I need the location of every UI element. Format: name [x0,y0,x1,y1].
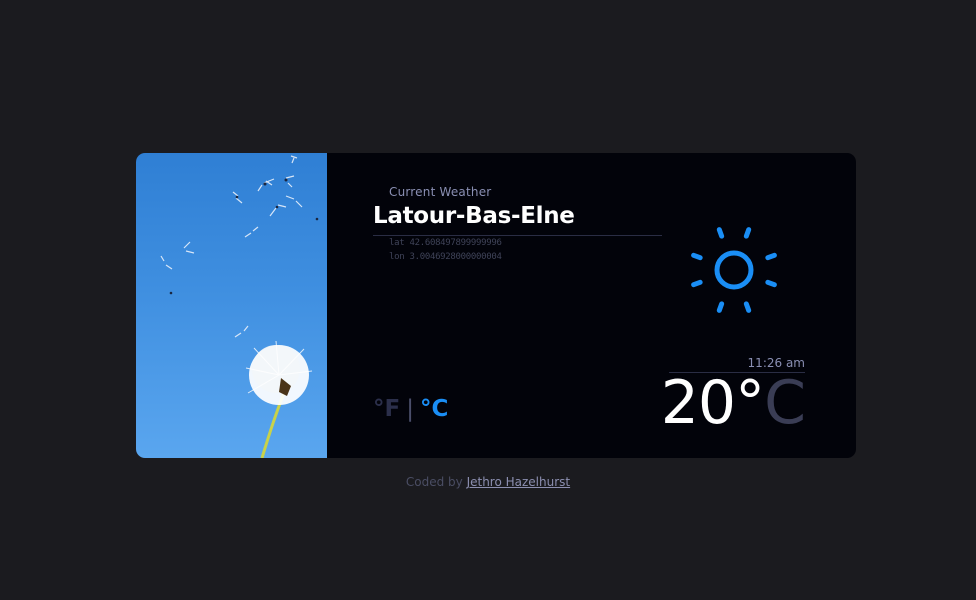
weather-info-panel: Current Weather Latour-Bas-Elne lat 42.6… [327,153,856,458]
celsius-toggle[interactable]: °C [420,396,448,422]
dandelion-photo [136,153,327,458]
credits-prefix: Coded by [405,475,463,489]
temperature-value: 20 [660,368,736,438]
section-heading: Current Weather [389,185,492,199]
author-link[interactable]: Jethro Hazelhurst [467,475,571,489]
sun-icon [691,227,777,313]
city-name: Latour-Bas-Elne [373,203,575,229]
temperature-unit: C [764,368,806,438]
credits-footer: Coded by Jethro Hazelhurst [0,475,976,489]
dandelion-illustration [160,155,319,458]
latitude-value: lat 42.608497899999996 [389,238,502,248]
weather-card: Current Weather Latour-Bas-Elne lat 42.6… [136,153,856,458]
unit-separator: | [406,396,414,422]
unit-toggle: °F | °C [373,396,448,422]
temperature-display: 20°C [660,368,806,438]
fahrenheit-toggle[interactable]: °F [373,396,400,422]
degree-symbol: ° [735,368,765,438]
city-divider [373,235,662,236]
longitude-value: lon 3.0046928000000004 [389,252,502,262]
